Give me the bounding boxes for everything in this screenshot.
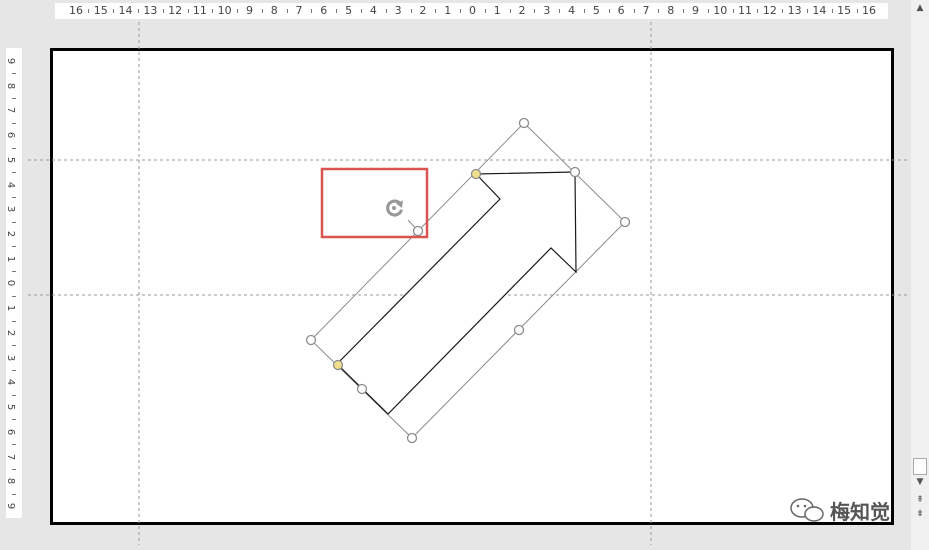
next-slide-button[interactable]: ⇟ — [913, 508, 927, 520]
vertical-scrollbar[interactable]: ▲ ▼ ⇞ ⇟ — [911, 0, 929, 550]
resize-handle-bottom-left[interactable] — [356, 383, 368, 395]
previous-slide-button[interactable]: ⇞ — [913, 494, 927, 506]
wechat-icon — [790, 498, 824, 522]
adjust-handle-shaft[interactable] — [332, 359, 344, 371]
arrow-shape[interactable] — [336, 171, 577, 415]
resize-handle-left[interactable] — [305, 334, 317, 346]
scroll-down-button[interactable]: ▼ — [913, 476, 927, 488]
scroll-up-button[interactable]: ▲ — [913, 2, 927, 14]
resize-handle-bottom-right[interactable] — [513, 324, 525, 336]
resize-handle-bottom[interactable] — [406, 432, 418, 444]
adjust-handle-head[interactable] — [470, 168, 482, 180]
scrollbar-thumb[interactable] — [913, 458, 927, 475]
resize-handle-top-right[interactable] — [569, 166, 581, 178]
resize-handle-right[interactable] — [619, 216, 631, 228]
highlight-box — [320, 167, 429, 239]
resize-handle-top-left[interactable] — [412, 225, 424, 237]
editing-overlay — [28, 22, 908, 545]
resize-handle-top[interactable] — [518, 117, 530, 129]
rotate-icon[interactable] — [386, 199, 403, 217]
watermark-text: 梅知觉 — [830, 500, 890, 524]
